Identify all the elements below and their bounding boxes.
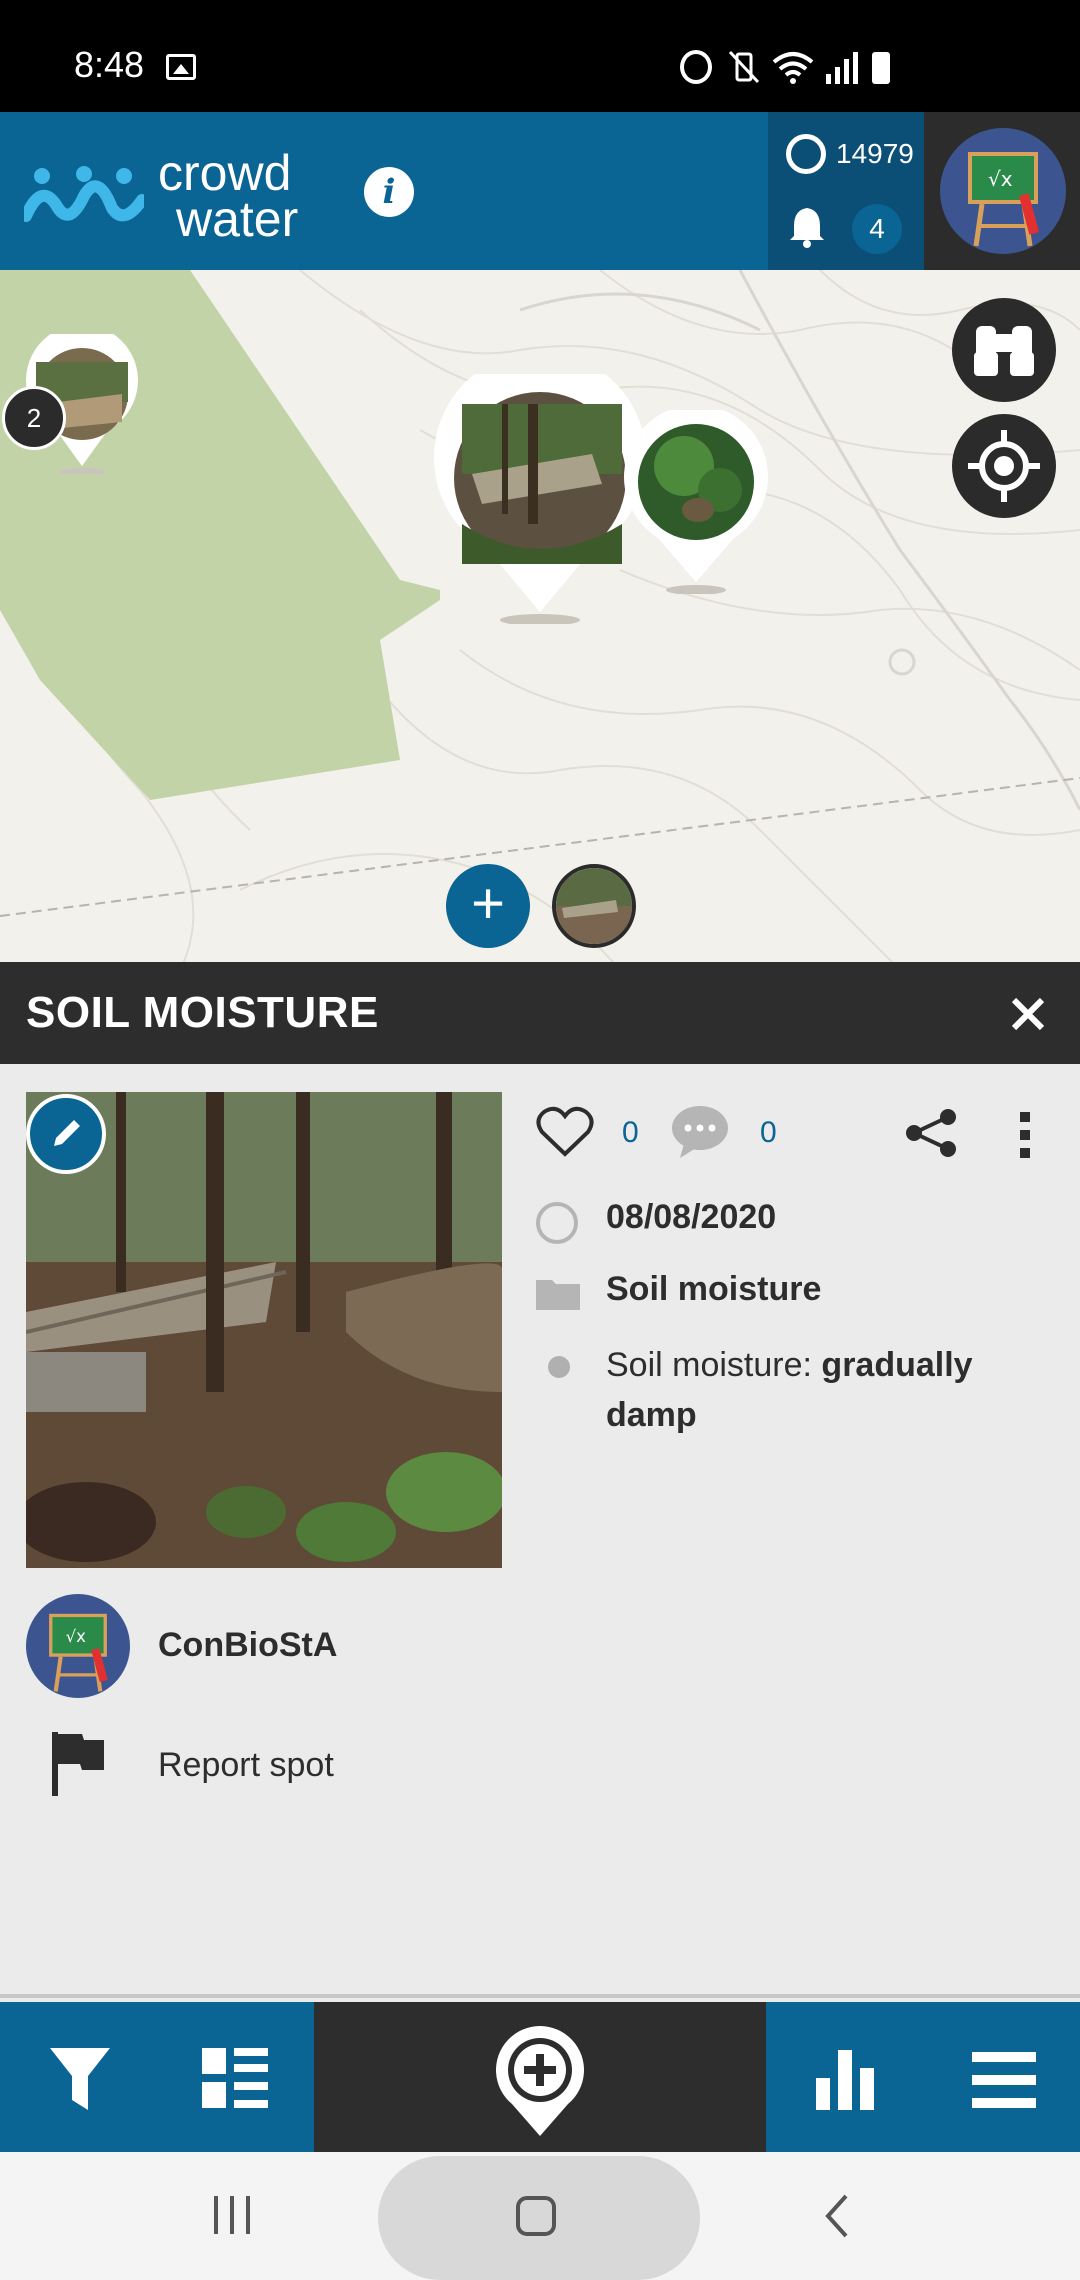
battery-icon: [872, 52, 890, 84]
pin-marker-icon: [434, 351, 646, 626]
add-spot-icon[interactable]: [494, 2024, 586, 2138]
add-spot-button[interactable]: +: [446, 864, 530, 948]
pin-marker-icon: [624, 404, 768, 595]
spot-thumbnail[interactable]: [552, 864, 636, 948]
logo-line2: water: [176, 191, 299, 247]
locate-button[interactable]: [952, 414, 1056, 518]
detail-header: SOIL MOISTURE: [0, 962, 1080, 1064]
binoculars-button[interactable]: [952, 298, 1056, 402]
nav-right-group: [766, 2002, 1080, 2156]
menu-icon[interactable]: [972, 2052, 1036, 2108]
binoculars-icon: [974, 326, 1034, 376]
stats-box[interactable]: 14979 4: [768, 112, 924, 270]
avatar[interactable]: √x: [940, 128, 1066, 254]
points-value: 14979: [836, 138, 914, 169]
nav-add-group: [314, 2002, 766, 2156]
flag-icon: [52, 1732, 104, 1796]
info-button[interactable]: i: [364, 167, 414, 217]
close-icon[interactable]: [1008, 994, 1048, 1034]
profile-area[interactable]: √x: [924, 112, 1080, 270]
app-header: crowd water i 14979 4 √x: [0, 112, 1080, 270]
bottom-nav: [0, 1994, 1080, 2156]
spot-date: 08/08/2020: [606, 1198, 777, 1236]
user-avatar[interactable]: √x: [26, 1594, 130, 1698]
folder-icon: [536, 1280, 580, 1310]
svg-text:√x: √x: [988, 167, 1013, 191]
status-bar: 8:48: [0, 0, 1080, 112]
svg-text:√x: √x: [66, 1627, 87, 1646]
image-icon: [166, 54, 196, 80]
edit-button[interactable]: [26, 1094, 106, 1174]
bell-icon: [790, 208, 824, 248]
logo-waves-icon: [24, 166, 144, 222]
back-icon[interactable]: [822, 2194, 852, 2238]
vibrate-mute-icon: [728, 50, 760, 84]
bullet-icon: [548, 1356, 570, 1378]
detail-panel: 0 0 08/08/2020 Soil moisture Soil moistu…: [0, 1064, 1080, 1994]
alarm-icon: [680, 50, 712, 84]
map-view[interactable]: 2 +: [0, 270, 1080, 962]
home-icon[interactable]: [514, 2194, 558, 2238]
spot-value: Soil moisture: gradually damp: [606, 1340, 1026, 1440]
wifi-icon: [772, 52, 814, 84]
logo-line1: crowd: [158, 145, 292, 201]
cluster-badge[interactable]: 2: [2, 386, 66, 450]
map-pin[interactable]: [624, 404, 768, 595]
system-nav-bar: [0, 2152, 1080, 2280]
recent-apps-icon[interactable]: [212, 2196, 254, 2234]
action-row: 0 0: [536, 1104, 1066, 1164]
like-count: 0: [622, 1116, 639, 1149]
comment-count: 0: [760, 1116, 777, 1149]
spot-category: Soil moisture: [606, 1270, 822, 1308]
list-icon[interactable]: [202, 2048, 268, 2110]
report-spot-row[interactable]: Report spot: [26, 1730, 626, 1810]
chalkboard-avatar-icon: √x: [968, 152, 1040, 247]
detail-title: SOIL MOISTURE: [26, 988, 379, 1037]
stats-icon[interactable]: [816, 2050, 874, 2110]
more-vertical-icon[interactable]: [1018, 1110, 1032, 1160]
logo-text: crowd water: [158, 145, 299, 247]
points-icon: [786, 134, 826, 174]
nav-left-group: [0, 2002, 314, 2156]
app-root: 8:48 crowd water i 14979 4 √x 2 + SOIL M…: [0, 0, 1080, 2280]
chalkboard-avatar-icon: √x: [49, 1613, 108, 1692]
user-name[interactable]: ConBioStA: [158, 1626, 337, 1665]
clock-icon: [536, 1202, 578, 1244]
report-spot-label[interactable]: Report spot: [158, 1746, 334, 1785]
comment-icon[interactable]: [670, 1104, 730, 1160]
heart-icon[interactable]: [536, 1104, 594, 1158]
notification-badge[interactable]: 4: [852, 204, 902, 254]
status-time: 8:48: [74, 44, 145, 85]
value-label: Soil moisture:: [606, 1346, 812, 1384]
map-pin-selected[interactable]: [432, 351, 648, 626]
share-icon[interactable]: [904, 1108, 958, 1158]
crosshair-icon: [968, 430, 1040, 502]
status-icons: [680, 50, 900, 84]
pencil-icon: [54, 1120, 80, 1146]
signal-icon: [826, 52, 858, 84]
user-row[interactable]: √x ConBioStA: [26, 1594, 626, 1698]
spot-thumbnail-image: [556, 868, 632, 944]
filter-icon[interactable]: [48, 2046, 112, 2112]
